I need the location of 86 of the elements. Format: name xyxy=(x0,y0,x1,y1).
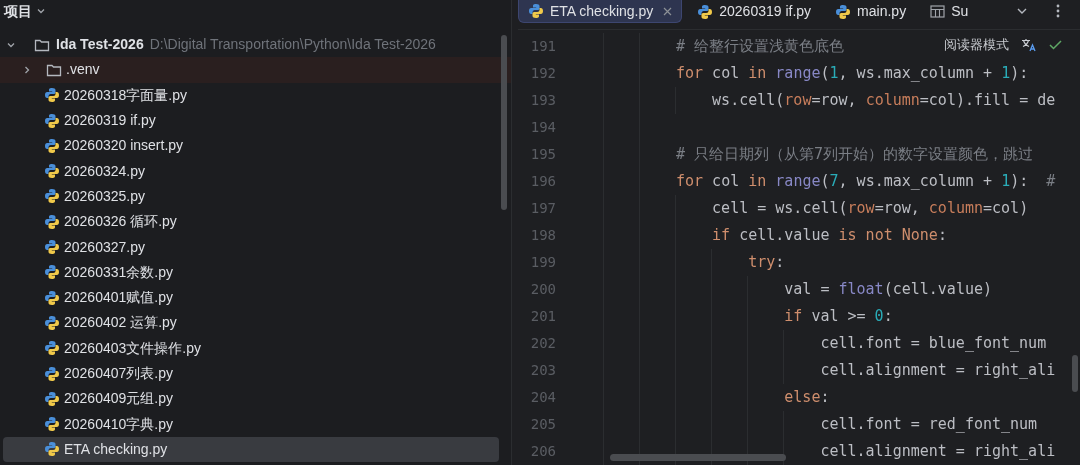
tree-item[interactable]: 20260402 运算.py xyxy=(0,310,511,336)
scrollbar-thumb[interactable] xyxy=(1072,355,1078,392)
tree-item[interactable]: 20260331余数.py xyxy=(0,259,511,285)
python-file-icon xyxy=(44,87,60,104)
code-line: cell.alignment = right_ali xyxy=(820,441,1056,463)
tree-item[interactable]: ETA checking.py xyxy=(3,436,499,463)
line-number: 204 xyxy=(529,388,556,407)
tree-item[interactable]: 20260320 insert.py xyxy=(0,133,511,159)
reader-mode-label[interactable]: 阅读器模式 xyxy=(944,35,1009,55)
line-number: 194 xyxy=(529,118,556,137)
code-line: cell = ws.cell(row=row, column=col) xyxy=(712,198,1029,220)
python-file-icon xyxy=(44,137,60,154)
code-line: val = float(cell.value) xyxy=(784,279,992,301)
check-icon xyxy=(1049,39,1062,50)
more-icon[interactable] xyxy=(1056,4,1060,18)
code-line: for col in range(1, ws.max_column + 1): xyxy=(676,63,1029,85)
code-line: cell.font = red_font_num xyxy=(820,414,1038,436)
tree-item[interactable]: Ida Test-2026 D:\Digital Transportation\Python\Ida Test-2026 xyxy=(0,32,511,58)
code-line: # 给整行设置浅黄色底色 xyxy=(676,36,845,58)
python-file-icon xyxy=(44,163,60,180)
python-file-icon xyxy=(697,3,714,20)
close-icon[interactable] xyxy=(663,6,673,16)
tree-item[interactable]: 20260327.py xyxy=(0,234,511,260)
tree-item[interactable]: 20260325.py xyxy=(0,183,511,210)
line-number: 195 xyxy=(529,145,556,164)
code-line: if val >= 0: xyxy=(784,306,893,328)
line-number: 191 xyxy=(529,37,556,56)
python-file-icon xyxy=(528,3,544,19)
folder-icon xyxy=(34,37,50,52)
tree-item[interactable]: 20260401赋值.py xyxy=(0,284,511,311)
chevron-right-icon[interactable] xyxy=(22,64,32,75)
editor-tab[interactable]: ETA checking.py xyxy=(518,0,683,23)
code-line: cell.alignment = right_ali xyxy=(820,360,1056,382)
scrollbar-thumb[interactable] xyxy=(610,454,786,461)
tree-item[interactable]: 20260409元组.py xyxy=(0,386,511,412)
line-number: 201 xyxy=(529,307,556,326)
project-name: Ida Test-2026 xyxy=(56,35,144,55)
python-file-icon xyxy=(44,239,60,255)
code-line: # 只给日期列（从第7列开始）的数字设置颜色，跳过 xyxy=(676,144,1034,166)
tree-item[interactable]: .venv xyxy=(0,57,511,83)
python-file-icon xyxy=(44,112,60,129)
line-number: 199 xyxy=(529,253,556,272)
python-file-icon xyxy=(835,3,852,20)
line-number: 200 xyxy=(529,280,556,299)
code-line: for col in range(7, ws.max_column + 1): # xyxy=(676,171,1056,193)
editor-tab[interactable]: Su xyxy=(921,0,978,23)
line-number: 206 xyxy=(529,442,556,461)
panel-title: 项目 xyxy=(4,2,32,21)
python-file-icon xyxy=(44,441,60,458)
tree-item[interactable]: 20260326 循环.py xyxy=(0,209,511,235)
code-line: cell.font = blue_font_num xyxy=(820,333,1047,355)
scrollbar-thumb[interactable] xyxy=(501,35,507,210)
tree-item[interactable]: 20260324.py xyxy=(0,158,511,184)
python-file-icon xyxy=(44,314,60,331)
chevron-down-icon[interactable] xyxy=(36,6,46,16)
python-file-icon xyxy=(44,213,60,230)
line-number: 205 xyxy=(529,415,556,434)
tree-item[interactable]: 20260319 if.py xyxy=(0,107,511,134)
python-file-icon xyxy=(44,365,60,382)
code-line: ws.cell(row=row, column=col).fill = de xyxy=(712,90,1056,112)
python-file-icon xyxy=(44,390,60,407)
line-number: 203 xyxy=(529,361,556,380)
python-file-icon xyxy=(44,264,60,281)
code-line: else: xyxy=(784,387,830,409)
project-path: D:\Digital Transportation\Python\Ida Test-2026 xyxy=(149,35,436,55)
tree-item[interactable]: 20260403文件操作.py xyxy=(0,335,511,361)
python-file-icon xyxy=(44,289,60,306)
translate-icon[interactable] xyxy=(1021,37,1037,52)
tree-item[interactable]: 20260407列表.py xyxy=(0,360,511,387)
code-line: if cell.value is not None: xyxy=(712,225,947,247)
table-icon xyxy=(930,5,946,18)
tree-item[interactable]: 20260318字面量.py xyxy=(0,82,511,108)
python-file-icon xyxy=(44,340,60,357)
line-number: 192 xyxy=(529,64,556,83)
folder-icon xyxy=(46,62,62,77)
python-file-icon xyxy=(44,188,60,205)
line-number: 197 xyxy=(529,199,556,218)
code-line: try: xyxy=(748,252,785,274)
tree-item[interactable]: 20260410字典.py xyxy=(0,411,511,437)
editor-tab[interactable]: main.py xyxy=(826,0,916,23)
python-file-icon xyxy=(44,416,60,433)
line-number: 198 xyxy=(529,226,556,245)
line-number: 196 xyxy=(529,172,556,191)
line-number: 193 xyxy=(529,91,556,110)
editor-tab[interactable]: 20260319 if.py xyxy=(688,0,821,23)
line-number: 202 xyxy=(529,334,556,353)
